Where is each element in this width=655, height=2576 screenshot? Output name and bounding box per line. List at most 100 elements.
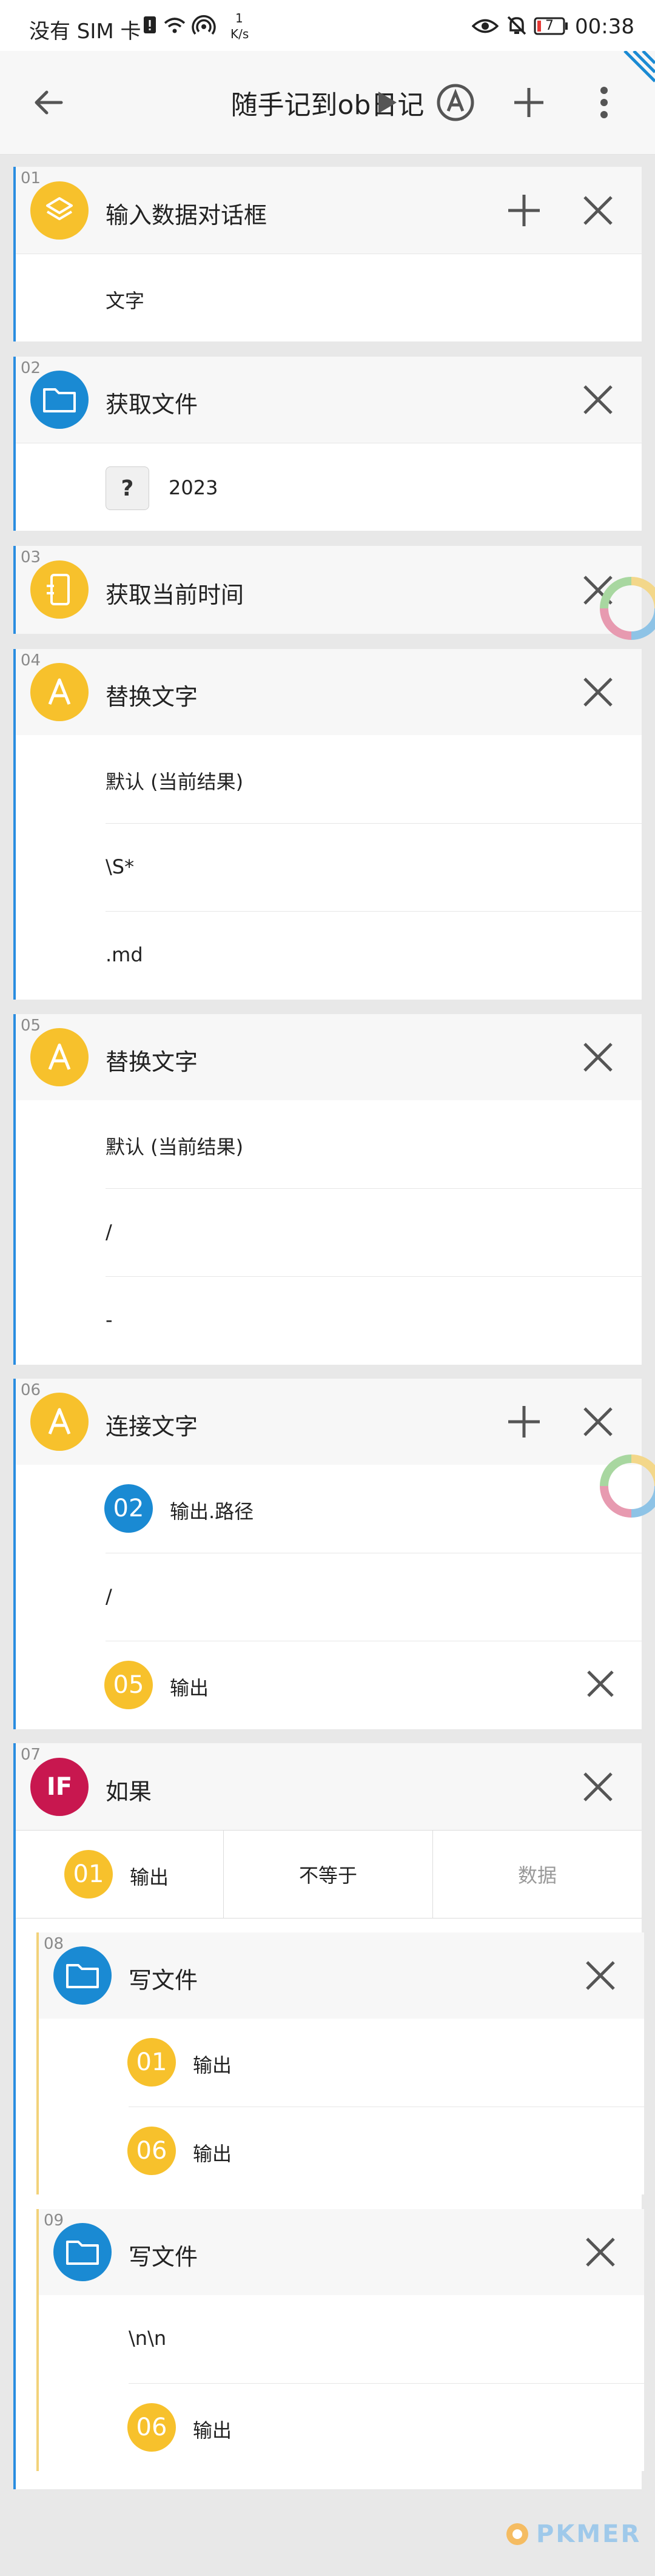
text-a-icon	[30, 1393, 89, 1451]
param-row[interactable]: .md	[106, 911, 642, 1000]
add-param-button[interactable]	[506, 1404, 542, 1440]
carrier-text: 没有 SIM 卡	[29, 19, 141, 44]
param-value: 输出	[193, 2054, 232, 2077]
plus-icon	[508, 1406, 540, 1438]
block-title: 输入数据对话框	[106, 202, 267, 229]
close-icon	[583, 196, 613, 225]
corner-stripes	[619, 51, 655, 87]
param-row[interactable]: 文字	[16, 254, 642, 342]
pkmer-logo-icon	[506, 2523, 528, 2545]
param-value: 输出.路径	[170, 1500, 254, 1523]
delete-block-button[interactable]	[580, 192, 616, 229]
text-a-icon	[30, 663, 89, 721]
block-title: 写文件	[129, 1967, 198, 1994]
block-04: 04 替换文字 默认 (当前结果) \S* .md	[13, 649, 642, 1000]
block-number: 04	[21, 651, 41, 670]
param-value: 默认 (当前结果)	[106, 770, 244, 793]
close-icon	[586, 1961, 615, 1990]
question-mark-icon[interactable]: ?	[106, 466, 149, 510]
condition-right-operand[interactable]: 数据	[433, 1831, 642, 1918]
sim-alert-icon	[143, 16, 156, 34]
param-row[interactable]: 06 输出	[127, 2107, 644, 2195]
condition-operator[interactable]: 不等于	[224, 1831, 433, 1918]
arrow-left-icon	[35, 90, 63, 115]
param-value: 文字	[106, 289, 145, 312]
delete-block-button[interactable]	[580, 674, 616, 710]
remove-param-button[interactable]	[583, 1667, 617, 1701]
delete-block-button[interactable]	[580, 1039, 616, 1075]
phone-time-icon	[30, 560, 89, 619]
close-icon	[583, 1407, 613, 1436]
param-row[interactable]: /	[106, 1188, 642, 1277]
folder-icon	[53, 1946, 112, 2005]
mute-bell-icon	[506, 15, 528, 36]
back-button[interactable]	[30, 84, 67, 121]
operand-label: 输出	[130, 1866, 169, 1889]
param-row[interactable]: -	[106, 1276, 642, 1365]
close-icon	[583, 1043, 613, 1072]
block-02: 02 获取文件 ? 2023	[13, 357, 642, 531]
ref-badge: 02	[104, 1484, 153, 1533]
plus-icon	[508, 195, 540, 226]
autoplay-button[interactable]	[435, 82, 475, 123]
operand-placeholder: 数据	[517, 1864, 557, 1887]
add-param-button[interactable]	[506, 192, 542, 229]
param-row[interactable]: 默认 (当前结果)	[16, 735, 642, 823]
hotspot-icon	[192, 15, 216, 36]
block-title: 如果	[106, 1778, 152, 1805]
operator-label: 不等于	[298, 1864, 357, 1887]
plus-icon	[514, 88, 543, 117]
param-value: 输出	[170, 1676, 209, 1700]
watermark-text: PKMER	[536, 2520, 642, 2548]
more-button[interactable]	[586, 84, 622, 121]
ref-badge: 01	[127, 2038, 176, 2087]
delete-block-button[interactable]	[580, 382, 616, 418]
run-button[interactable]	[369, 84, 405, 121]
block-number: 03	[21, 548, 41, 567]
close-icon	[583, 678, 613, 707]
delete-block-button[interactable]	[580, 1769, 616, 1805]
param-value: 默认 (当前结果)	[106, 1135, 244, 1159]
param-row[interactable]: /	[106, 1553, 642, 1641]
param-row[interactable]: \S*	[106, 823, 642, 912]
block-number: 08	[44, 1935, 64, 1953]
block-title: 获取当前时间	[106, 582, 244, 608]
delete-block-button[interactable]	[582, 1957, 619, 1994]
param-value: /	[106, 1220, 112, 1243]
param-value: .md	[106, 943, 143, 966]
block-number: 07	[21, 1746, 41, 1764]
input-dialog-icon	[30, 181, 89, 240]
add-block-button[interactable]	[511, 84, 547, 121]
wifi-icon	[163, 16, 187, 35]
close-icon	[586, 2238, 615, 2267]
block-01: 01 输入数据对话框 文字	[13, 167, 642, 341]
ref-badge: 06	[127, 2403, 176, 2452]
text-a-icon	[30, 1028, 89, 1086]
param-row[interactable]: ? 2023	[16, 443, 642, 531]
param-row[interactable]: 06 输出	[127, 2383, 644, 2472]
param-row[interactable]: \n\n	[39, 2295, 644, 2383]
delete-block-button[interactable]	[580, 1404, 616, 1440]
condition-left-operand[interactable]: 01 输出	[16, 1831, 224, 1918]
param-row[interactable]: 05 输出	[104, 1641, 642, 1730]
block-number: 02	[21, 359, 41, 377]
param-row[interactable]: 02 输出.路径	[16, 1465, 642, 1553]
block-number: 05	[21, 1017, 41, 1035]
more-vertical-icon	[600, 87, 608, 118]
block-09: 09 写文件 \n\n 06 输出	[36, 2209, 644, 2471]
block-title: 替换文字	[106, 684, 198, 710]
eye-icon	[471, 17, 499, 35]
close-icon	[587, 1670, 614, 1697]
delete-block-button[interactable]	[582, 2234, 619, 2270]
close-icon	[583, 385, 613, 414]
circled-a-icon	[437, 84, 474, 121]
param-row[interactable]: 01 输出	[39, 2019, 644, 2107]
block-title: 连接文字	[106, 1413, 198, 1440]
param-row[interactable]: 默认 (当前结果)	[16, 1100, 642, 1188]
param-value: -	[106, 1308, 113, 1331]
condition-row: 01 输出 不等于 数据	[16, 1830, 642, 1919]
param-value: 2023	[169, 476, 218, 499]
block-05: 05 替换文字 默认 (当前结果) / -	[13, 1014, 642, 1365]
block-title: 写文件	[129, 2244, 198, 2270]
block-03: 03 获取当前时间	[13, 546, 642, 634]
